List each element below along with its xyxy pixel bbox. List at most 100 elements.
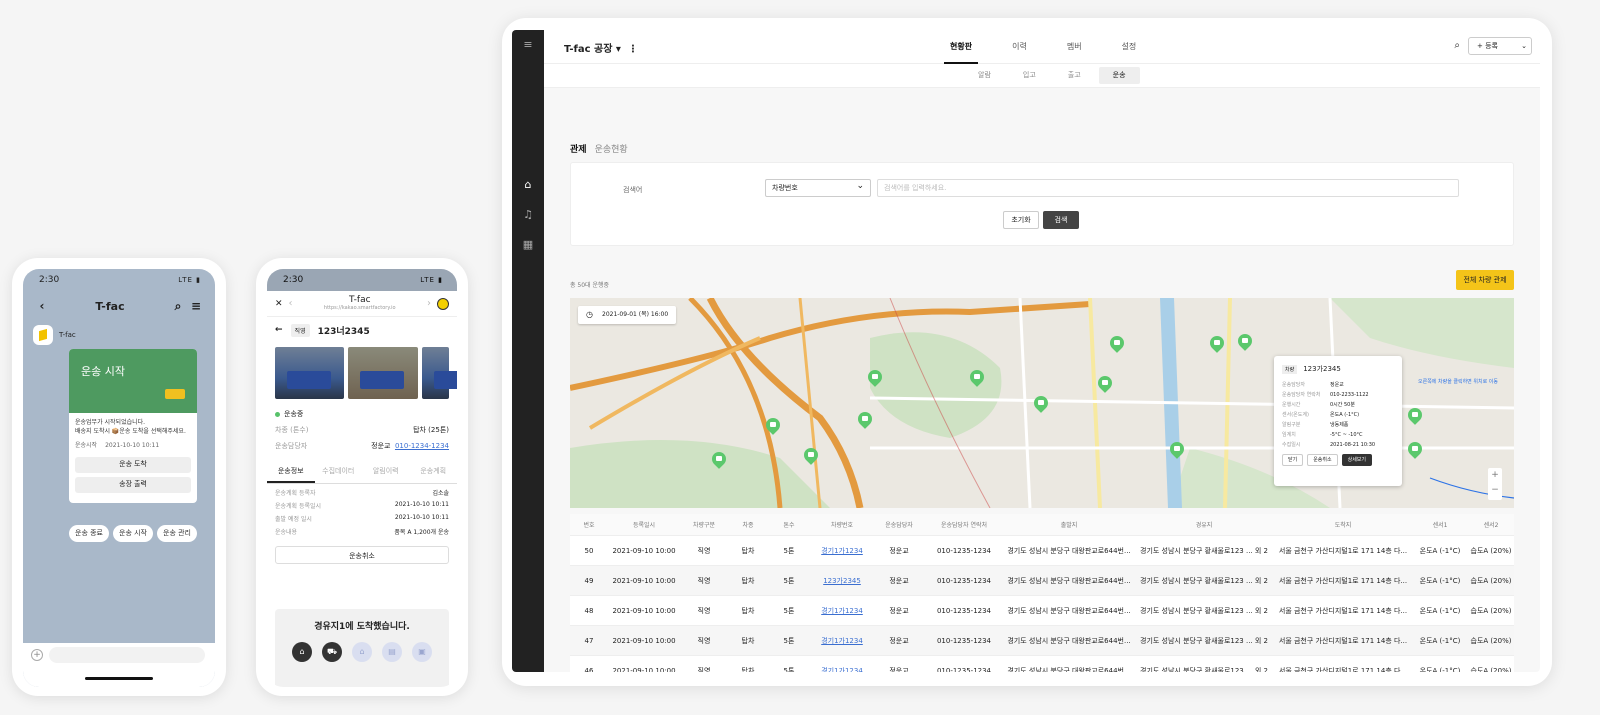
chat-input[interactable]: [49, 647, 205, 663]
add-label: + 등록: [1477, 42, 1498, 50]
search-type-select[interactable]: 차량번호: [765, 178, 871, 197]
popup-row: 알림구분 냉동제품: [1282, 420, 1394, 430]
menu-icon[interactable]: ≡: [187, 299, 205, 313]
table-cell: 탑차: [741, 546, 755, 555]
vehicle-pin-icon[interactable]: [1034, 396, 1048, 414]
popup-cancel-button[interactable]: 운송취소: [1307, 454, 1338, 466]
vehicle-pin-icon[interactable]: [1210, 336, 1224, 354]
tab-transport-plan[interactable]: 운송계획: [410, 461, 458, 483]
truck-photo[interactable]: [275, 347, 345, 399]
detail-key: 출발 예정 일시: [275, 516, 312, 523]
table-row[interactable]: 46 2021-09-10 10:00 직영 탑차 5톤 경기1가1234 정운교 010-1…: [570, 656, 1514, 673]
breadcrumb: 관제 운송현황: [570, 142, 628, 155]
hamburger-icon[interactable]: ≡: [512, 38, 544, 51]
print-invoice-button[interactable]: 송장 출력: [75, 477, 191, 494]
subtab-inbound[interactable]: 입고: [1009, 67, 1050, 84]
popup-key: 운송담당자 연락처: [1282, 392, 1321, 398]
popup-key: 임계치: [1282, 432, 1296, 438]
table-row[interactable]: 49 2021-09-10 10:00 직영 탑차 5톤 123가2345 정운교 010-1…: [570, 566, 1514, 596]
chip-start[interactable]: 운송 시작: [113, 525, 153, 542]
table-cell: 5톤: [783, 546, 795, 555]
zoom-out-icon[interactable]: −: [1488, 483, 1502, 498]
info-value: 정운교 010-1234-1234: [371, 441, 449, 451]
vehicle-number-link[interactable]: 123가2345: [810, 576, 874, 586]
table-row[interactable]: 48 2021-09-10 10:00 직영 탑차 5톤 경기1가1234 정운교 010-1…: [570, 596, 1514, 626]
vehicle-pin-icon[interactable]: [804, 448, 818, 466]
chevron-right-icon[interactable]: ›: [427, 298, 431, 309]
vehicle-number-link[interactable]: 경기1가1234: [810, 606, 874, 616]
back-arrow-icon[interactable]: ←: [275, 325, 283, 335]
cancel-transport-button[interactable]: 운송취소: [275, 546, 449, 564]
popup-detail-button[interactable]: 상세보기: [1341, 454, 1373, 466]
close-icon[interactable]: ✕: [275, 299, 283, 309]
chevron-left-icon[interactable]: ‹: [289, 298, 293, 309]
tab-transport-info[interactable]: 운송정보: [267, 461, 315, 483]
home-icon[interactable]: ⌂: [512, 178, 544, 191]
vehicle-pin-icon[interactable]: [1408, 408, 1422, 426]
table-cell: 경기도 성남시 분당구 황새울로123 ... 외 2: [1140, 606, 1268, 615]
zoom-in-icon[interactable]: +: [1488, 468, 1502, 483]
table-row[interactable]: 47 2021-09-10 10:00 직영 탑차 5톤 경기1가1234 정운교 010-1…: [570, 626, 1514, 656]
vehicle-number-link[interactable]: 경기1가1234: [810, 546, 874, 556]
all-vehicle-control-button[interactable]: 전체 차량 관제: [1456, 270, 1514, 290]
subtab-outbound[interactable]: 출고: [1054, 67, 1095, 84]
vehicle-number-link[interactable]: 경기1가1234: [810, 666, 874, 673]
popup-value: 010-2233-1122: [1330, 392, 1369, 398]
chip-end[interactable]: 운송 종료: [69, 525, 109, 542]
subtab-alarm[interactable]: 알람: [964, 67, 1005, 84]
vehicle-pin-icon[interactable]: [766, 418, 780, 436]
subtab-transport[interactable]: 운송: [1098, 67, 1140, 84]
driver-phone-link[interactable]: 010-1234-1234: [395, 442, 449, 450]
plus-icon[interactable]: +: [31, 649, 43, 661]
vehicle-pin-icon[interactable]: [1098, 376, 1112, 394]
search-icon[interactable]: ⌕: [1454, 40, 1460, 51]
table-header-row: 번호 등록일시 차량구분 차종 톤수 차량번호 운송담당자 운송담당자 연락처 출발지 경유지 도착…: [570, 514, 1514, 536]
status-dot-icon: [275, 411, 280, 417]
chip-manage[interactable]: 운송 관리: [157, 525, 197, 542]
photo-strip[interactable]: [267, 343, 457, 403]
table-header-cell: 도착지: [1334, 522, 1352, 529]
vehicle-pin-icon[interactable]: [1238, 334, 1252, 352]
table-header-cell: 센서1: [1432, 522, 1448, 529]
factory-selector[interactable]: T-fac 공장 ▾ ⋮: [564, 40, 638, 55]
vehicle-pin-icon[interactable]: [1170, 442, 1184, 460]
arrive-button[interactable]: 운송 도착: [75, 457, 191, 474]
add-button[interactable]: + 등록 ⌄: [1468, 37, 1532, 55]
profile-icon[interactable]: [437, 297, 449, 310]
nav-dashboard[interactable]: 현황판: [944, 30, 979, 64]
step-document-icon: ▤: [382, 642, 402, 662]
vehicle-map[interactable]: 2021-09-01 (목) 16:00 차량 123가2345 운송담당자 정운…: [570, 298, 1514, 508]
vehicle-number-link[interactable]: 경기1가1234: [810, 636, 874, 646]
table-cell: 온도A (-1°C): [1419, 636, 1461, 645]
search-icon[interactable]: ⌕: [169, 299, 187, 314]
popup-close-button[interactable]: 닫기: [1282, 454, 1304, 466]
tab-alert-history[interactable]: 알림이력: [362, 461, 410, 483]
truck-photo[interactable]: [348, 347, 418, 399]
table-header-cell: 차종: [742, 522, 754, 529]
sender-row: T-fac: [23, 321, 215, 349]
map-timestamp: 2021-09-01 (목) 16:00: [578, 306, 677, 324]
main-nav: 현황판 이력 멤버 설정: [944, 30, 1142, 64]
table-cell: 정운교: [889, 576, 909, 585]
breadcrumb-root[interactable]: 관제: [570, 142, 587, 155]
vehicle-pin-icon[interactable]: [970, 370, 984, 388]
search-button[interactable]: 검색: [1043, 211, 1079, 229]
tab-collected-data[interactable]: 수집데이터: [315, 461, 363, 483]
table-row[interactable]: 50 2021-09-10 10:00 직영 탑차 5톤 경기1가1234 정운교 010-1…: [570, 536, 1514, 566]
vehicle-pin-icon[interactable]: [712, 452, 726, 470]
vehicle-pin-icon[interactable]: [868, 370, 882, 388]
vehicle-pin-icon[interactable]: [1110, 336, 1124, 354]
search-input[interactable]: 검색어를 입력하세요.: [877, 179, 1459, 197]
nav-settings[interactable]: 설정: [1116, 30, 1143, 64]
step-waypoint2-icon: ⌂: [352, 642, 372, 662]
bell-icon[interactable]: ♫: [512, 208, 544, 221]
back-icon[interactable]: ‹: [33, 299, 51, 313]
nav-members[interactable]: 멤버: [1061, 30, 1088, 64]
vehicle-pin-icon[interactable]: [858, 412, 872, 430]
nav-history[interactable]: 이력: [1006, 30, 1033, 64]
truck-photo[interactable]: [421, 347, 457, 399]
vehicle-pin-icon[interactable]: [1408, 442, 1422, 460]
reset-button[interactable]: 초기화: [1003, 211, 1039, 229]
vehicle-popup: 차량 123가2345 운송담당자 정운교 운송담당자 연락처 010-2233-1…: [1274, 356, 1402, 486]
grid-icon[interactable]: ▦: [512, 238, 544, 251]
